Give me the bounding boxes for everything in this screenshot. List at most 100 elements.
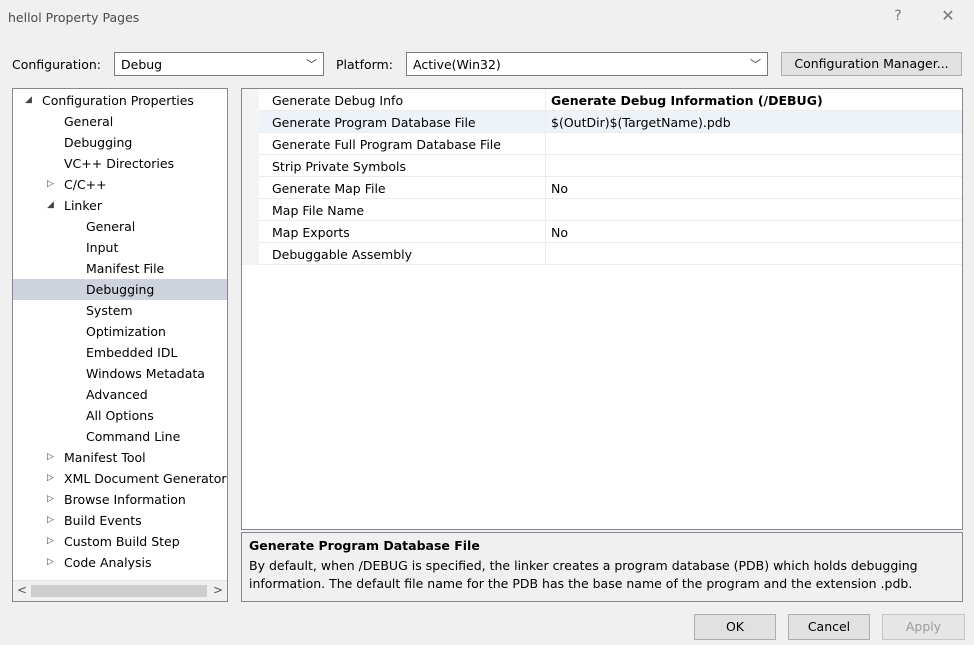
column-divider [545, 243, 546, 265]
description-text: By default, when /DEBUG is specified, th… [249, 558, 918, 591]
tree-item-label: Debugging [64, 135, 133, 150]
tree-item-label: Input [86, 240, 119, 255]
configuration-manager-button[interactable]: Configuration Manager... [781, 52, 962, 76]
tree-item[interactable]: General [13, 111, 227, 132]
tree-item[interactable]: ▷ Browse Information [13, 489, 227, 510]
tree-item-label: Browse Information [64, 492, 186, 507]
ok-button[interactable]: OK [694, 614, 776, 640]
tree-item-label: Windows Metadata [86, 366, 205, 381]
tree-horizontal-scrollbar[interactable]: < > [13, 580, 227, 601]
tree-item-label: Configuration Properties [42, 93, 194, 108]
property-value[interactable]: $(OutDir)$(TargetName).pdb [551, 115, 731, 130]
tree-item[interactable]: ◢ Configuration Properties [13, 90, 227, 111]
configuration-value: Debug [121, 57, 163, 72]
row-gutter [242, 199, 259, 221]
column-divider [545, 133, 546, 155]
description-title: Generate Program Database File [249, 538, 480, 553]
tree-item-label: Code Analysis [64, 555, 152, 570]
property-value[interactable]: No [551, 181, 568, 196]
collapsed-arrow-icon[interactable]: ▷ [47, 174, 57, 195]
tree-item-label: Manifest Tool [64, 450, 146, 465]
collapsed-arrow-icon[interactable]: ▷ [47, 489, 57, 510]
property-name: Map Exports [272, 225, 350, 240]
scroll-left-icon[interactable]: < [15, 583, 29, 599]
tree-item[interactable]: ▷ Custom Build Step [13, 531, 227, 552]
platform-dropdown[interactable]: Active(Win32) ﹀ [406, 52, 768, 76]
column-divider [545, 89, 546, 111]
tree-item[interactable]: Debugging [13, 132, 227, 153]
help-button[interactable]: ? [888, 8, 908, 28]
row-gutter [242, 177, 259, 199]
tree-item[interactable]: Manifest File [13, 258, 227, 279]
column-divider [545, 111, 546, 133]
chevron-down-icon: ﹀ [306, 58, 317, 71]
tree-item-label: Embedded IDL [86, 345, 178, 360]
apply-button[interactable]: Apply [882, 614, 965, 640]
tree-item-label: Build Events [64, 513, 142, 528]
property-name: Map File Name [272, 203, 365, 218]
tree-item[interactable]: Input [13, 237, 227, 258]
property-name: Debuggable Assembly [272, 247, 413, 262]
property-row[interactable]: Generate Full Program Database File [242, 133, 962, 155]
property-value[interactable]: No [551, 225, 568, 240]
tree-item[interactable]: VC++ Directories [13, 153, 227, 174]
column-divider [545, 199, 546, 221]
expanded-arrow-icon[interactable]: ◢ [25, 90, 35, 111]
tree-item[interactable]: Debugging [13, 279, 227, 300]
collapsed-arrow-icon[interactable]: ▷ [47, 468, 57, 489]
tree-item[interactable]: ▷ XML Document Generator [13, 468, 227, 489]
tree-item-label: XML Document Generator [64, 471, 227, 486]
collapsed-arrow-icon[interactable]: ▷ [47, 510, 57, 531]
close-button[interactable]: ✕ [936, 6, 960, 30]
tree-item-label: Manifest File [86, 261, 165, 276]
tree-item-label: All Options [86, 408, 154, 423]
property-name: Generate Debug Info [272, 93, 404, 108]
configuration-label: Configuration: [12, 57, 101, 72]
column-divider [545, 155, 546, 177]
title-bar: hellol Property Pages ? ✕ [0, 0, 974, 36]
property-row[interactable]: Map File Name [242, 199, 962, 221]
scroll-right-icon[interactable]: > [211, 583, 225, 599]
platform-label: Platform: [336, 57, 393, 72]
cancel-button[interactable]: Cancel [788, 614, 870, 640]
tree-item-label: Advanced [86, 387, 148, 402]
tree-item[interactable]: Command Line [13, 426, 227, 447]
tree-item[interactable]: ▷ Code Analysis [13, 552, 227, 573]
property-row[interactable]: Generate Map File No [242, 177, 962, 199]
window-title: hellol Property Pages [8, 10, 140, 25]
property-row[interactable]: Debuggable Assembly [242, 243, 962, 265]
chevron-down-icon: ﹀ [750, 58, 761, 71]
tree-item[interactable]: ▷ C/C++ [13, 174, 227, 195]
tree-item[interactable]: ◢ Linker [13, 195, 227, 216]
tree-item[interactable]: Embedded IDL [13, 342, 227, 363]
scroll-thumb[interactable] [31, 585, 207, 597]
tree-item[interactable]: ▷ Manifest Tool [13, 447, 227, 468]
tree-item[interactable]: General [13, 216, 227, 237]
tree-item[interactable]: ▷ Build Events [13, 510, 227, 531]
property-value[interactable]: Generate Debug Information (/DEBUG) [551, 93, 823, 108]
property-grid[interactable]: Generate Debug Info Generate Debug Inform… [241, 88, 963, 530]
tree-item-label: System [86, 303, 133, 318]
expanded-arrow-icon[interactable]: ◢ [47, 195, 57, 216]
row-gutter [242, 111, 259, 133]
collapsed-arrow-icon[interactable]: ▷ [47, 552, 57, 573]
property-row[interactable]: Generate Debug Info Generate Debug Inform… [242, 89, 962, 111]
property-row[interactable]: Strip Private Symbols [242, 155, 962, 177]
property-name: Generate Full Program Database File [272, 137, 501, 152]
tree-item[interactable]: System [13, 300, 227, 321]
property-name: Generate Program Database File [272, 115, 476, 130]
collapsed-arrow-icon[interactable]: ▷ [47, 531, 57, 552]
configuration-dropdown[interactable]: Debug ﹀ [114, 52, 324, 76]
tree-item[interactable]: Advanced [13, 384, 227, 405]
property-tree[interactable]: ◢ Configuration Properties General Debuggin… [12, 88, 228, 602]
tree-item[interactable]: All Options [13, 405, 227, 426]
row-gutter [242, 221, 259, 243]
tree-item[interactable]: Windows Metadata [13, 363, 227, 384]
property-row[interactable]: Map Exports No [242, 221, 962, 243]
tree-item[interactable]: Optimization [13, 321, 227, 342]
tree-item-label: VC++ Directories [64, 156, 175, 171]
collapsed-arrow-icon[interactable]: ▷ [47, 447, 57, 468]
tree-item-label: Command Line [86, 429, 181, 444]
property-row[interactable]: Generate Program Database File $(OutDir)$… [242, 111, 962, 133]
row-gutter [242, 89, 259, 111]
